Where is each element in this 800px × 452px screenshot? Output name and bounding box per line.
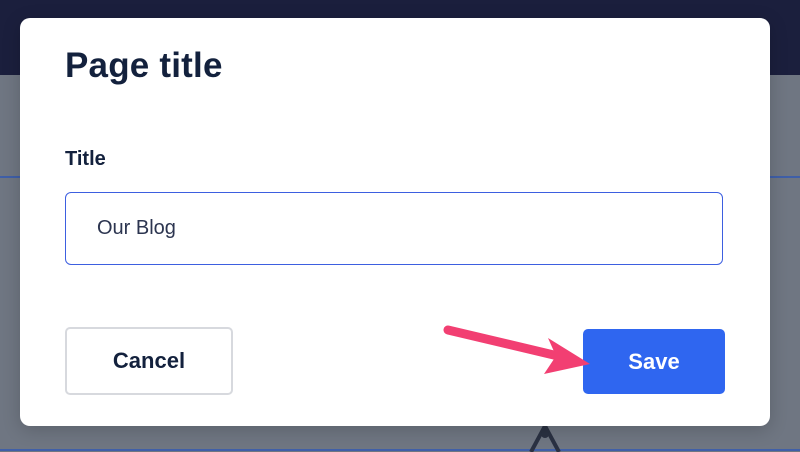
cancel-button[interactable]: Cancel [65,327,233,395]
title-input[interactable] [65,192,723,265]
save-button[interactable]: Save [583,329,725,394]
annotation-arrow-icon [443,325,590,374]
background-divider [0,449,800,451]
title-field-label: Title [65,148,106,170]
page-title-dialog: Page title Title Cancel Save [20,18,770,426]
background-illustration [529,424,561,452]
dialog-title: Page title [65,46,223,85]
